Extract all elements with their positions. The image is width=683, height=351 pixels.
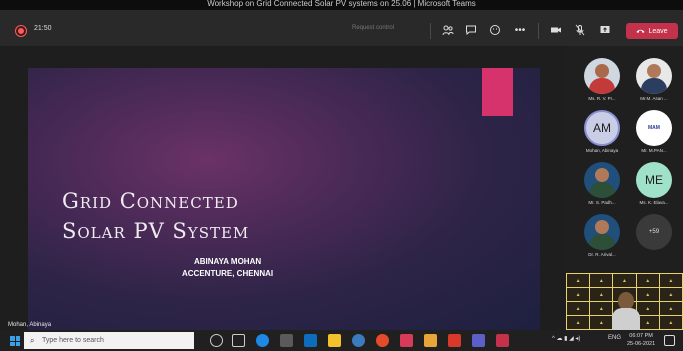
presentation-slide: Grid Connected Solar PV System ABINAYA M… [28,68,540,330]
participant-name: Mr.M. Asan ... [640,96,668,101]
gallery-thumbnail[interactable]: ▲ [636,274,659,287]
presenter-name: Mohan, Abinaya [8,322,52,328]
gallery-thumbnail[interactable]: ▲ [567,302,590,315]
clock-date: 25-06-2021 [627,341,656,347]
phone-icon [636,29,645,33]
participant-avatar: MAM [636,110,672,146]
participant-tile[interactable]: Mr.M. Asan ... [627,56,681,101]
avatar-initials: MAM [648,125,660,131]
participant-name: Mr. M.PAN... [641,148,667,153]
meeting-toolbar: 21:50 Request control ••• Leave [0,10,683,46]
meeting-timer: 21:50 [34,25,52,32]
app-icon[interactable] [424,334,437,347]
participant-tile[interactable]: AM Mohan, Abinaya [575,108,629,153]
participant-avatar [584,162,620,198]
slide-subtitle: ABINAYA MOHAN ACCENTURE, CHENNAI [182,256,273,280]
store-icon[interactable] [280,334,293,347]
language-indicator[interactable]: ENG [608,335,621,341]
gallery-thumbnail[interactable]: ▲ [567,316,590,329]
chat-icon[interactable] [463,22,479,38]
slide-organization: ACCENTURE, CHENNAI [182,269,274,278]
avatar-initials: AM [593,121,611,135]
participant-name: Mohan, Abinaya [585,148,619,153]
toolbar-divider [538,23,539,39]
gallery-thumbnail[interactable]: ▲ [567,274,590,287]
participant-avatar: ME [636,162,672,198]
app-icon[interactable] [400,334,413,347]
clock-time: 06:07 PM [629,333,653,339]
gallery-thumbnail[interactable]: ▲ [590,316,613,329]
search-icon: ⌕ [30,336,35,345]
teams-meeting-window: Workshop on Grid Connected Solar PV syst… [0,0,683,351]
taskbar-clock[interactable]: 06:07 PM 25-06-2021 [627,332,655,348]
search-placeholder: Type here to search [42,337,104,344]
windows-start-icon[interactable] [10,336,20,346]
participant-name: Mr. S. Padh... [588,200,616,205]
participant-name: Ms. K. Elava... [639,200,669,205]
participant-tile[interactable]: Dr. R. Arival... [575,212,629,257]
taskbar-search-input[interactable]: ⌕ Type here to search [24,332,194,349]
gallery-thumbnail[interactable]: ▲ [590,302,613,315]
participant-avatar: +59 [636,214,672,250]
share-screen-icon[interactable] [597,22,613,38]
mic-off-icon[interactable] [572,22,588,38]
gallery-thumbnail[interactable]: ▲ [590,274,613,287]
participant-tile[interactable]: Ms. R. V. Pr... [575,56,629,101]
notifications-icon[interactable] [664,335,675,346]
participant-avatar [584,58,620,94]
app-icon[interactable] [496,334,509,347]
slide-title-line-1: Grid Connected [62,189,239,213]
camera-icon[interactable] [548,22,564,38]
slide-author: ABINAYA MOHAN [194,257,262,266]
participant-avatar: AM [584,110,620,146]
windows-taskbar: ⌕ Type here to search ^ ☁ ▮ ◢ ◂) ENG 06:… [0,330,683,351]
tray-icons[interactable]: ^ ☁ ▮ ◢ ◂) [552,335,580,342]
toolbar-divider [430,23,431,39]
gallery-thumbnail[interactable]: ▲ [659,302,682,315]
participant-tile[interactable]: ME Ms. K. Elava... [627,160,681,205]
participant-name: Dr. R. Arival... [588,252,616,257]
more-icon[interactable]: ••• [512,22,528,38]
participant-avatar [636,58,672,94]
gallery-thumbnail[interactable]: ▲ [567,288,590,301]
participant-name: Ms. R. V. Pr... [588,96,616,101]
people-icon[interactable] [440,22,456,38]
file-explorer-icon[interactable] [328,334,341,347]
slide-title-line-2: Solar PV System [62,219,250,243]
participant-avatar [584,214,620,250]
participant-tile[interactable]: MAM Mr. M.PAN... [627,108,681,153]
teams-icon[interactable] [472,334,485,347]
app-icon[interactable] [448,334,461,347]
avatar-initials: +59 [648,229,660,235]
reactions-icon[interactable] [487,22,503,38]
app-icon[interactable] [352,334,365,347]
self-video-person [612,292,640,330]
slide-accent-bar [482,68,513,116]
cortana-icon[interactable] [210,334,223,347]
window-title: Workshop on Grid Connected Solar PV syst… [0,0,683,10]
request-control-button[interactable]: Request control [352,25,394,31]
mail-icon[interactable] [304,334,317,347]
gallery-thumbnail[interactable]: ▲ [590,288,613,301]
gallery-thumbnail[interactable]: ▲ [659,288,682,301]
edge-icon[interactable] [256,334,269,347]
avatar-initials: ME [645,173,663,187]
task-view-icon[interactable] [232,334,245,347]
chrome-icon[interactable] [376,334,389,347]
slide-title: Grid Connected Solar PV System [62,186,249,246]
shared-screen: Grid Connected Solar PV System ABINAYA M… [0,46,566,330]
participant-tile[interactable]: +59 [627,212,681,256]
leave-button[interactable]: Leave [626,23,678,39]
recording-icon [16,26,26,36]
participant-tile[interactable]: Mr. S. Padh... [575,160,629,205]
gallery-thumbnail[interactable]: ▲ [659,316,682,329]
gallery-thumbnail[interactable]: ▲ [659,274,682,287]
gallery-thumbnail[interactable]: ▲ [613,274,636,287]
leave-label: Leave [648,27,668,35]
